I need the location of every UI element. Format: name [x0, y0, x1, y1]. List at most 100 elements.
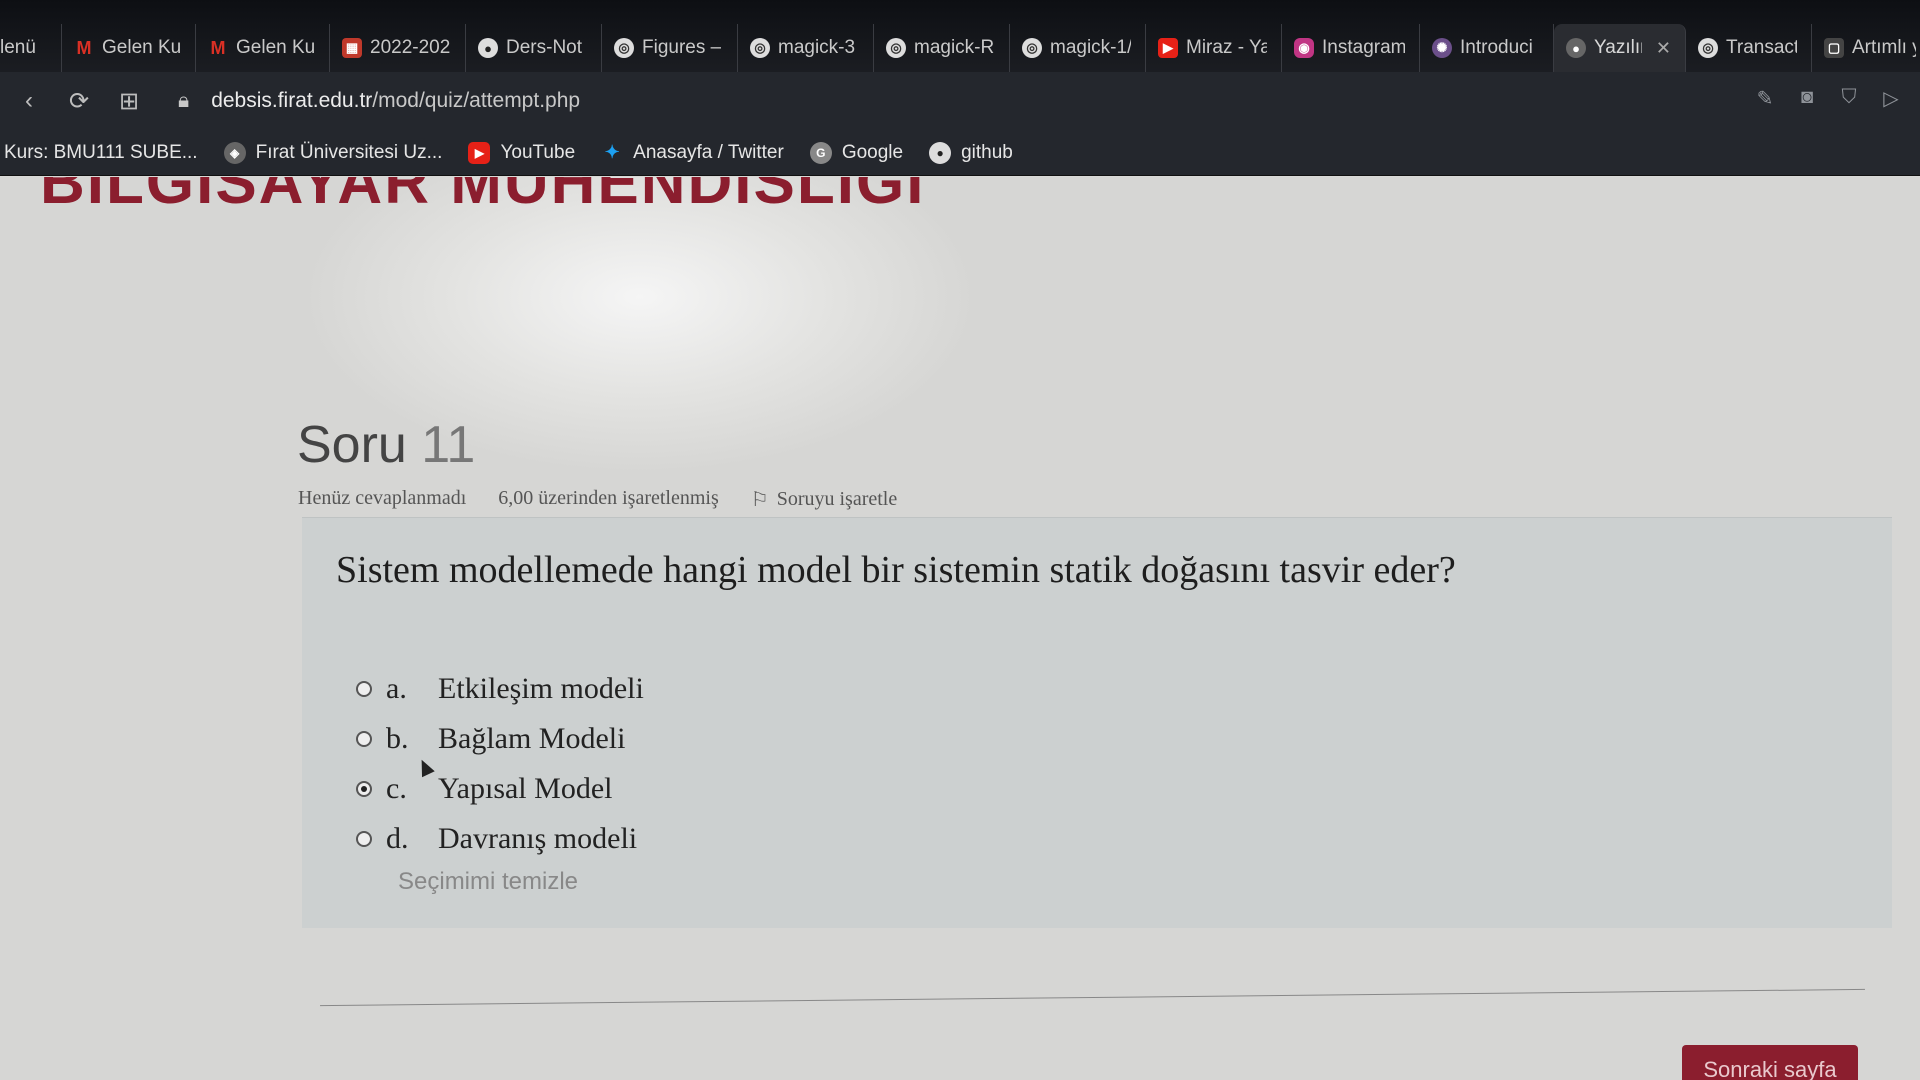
- tab-gmail-1[interactable]: M Gelen Ku: [62, 24, 196, 72]
- globe-icon: ✺: [1432, 38, 1452, 58]
- close-icon[interactable]: ✕: [1656, 38, 1671, 59]
- youtube-icon: ▶: [468, 141, 491, 164]
- tab-label: Gelen Ku: [102, 37, 181, 58]
- answer-text: Etkileşim modeli: [438, 672, 644, 705]
- question-number: 11: [421, 416, 476, 474]
- bookmark-github[interactable]: ● github: [929, 141, 1013, 164]
- tab-label: Figures –: [642, 37, 722, 58]
- flag-question-link[interactable]: ⚐ Soruyu işaretle: [751, 487, 897, 512]
- answer-text: Yapısal Model: [438, 772, 613, 805]
- globe-icon: ◎: [1022, 38, 1042, 58]
- flag-label: Soruyu işaretle: [776, 488, 898, 510]
- next-page-button[interactable]: Sonraki sayfa: [1682, 1045, 1858, 1080]
- tab-yazilim-active[interactable]: ● Yazılım ✕: [1554, 24, 1686, 72]
- bookmark-label: Google: [841, 141, 904, 163]
- bookmark-kurs[interactable]: Kurs: BMU111 SUBE...: [4, 142, 198, 164]
- tab-miraz-youtube[interactable]: ▶ Miraz - Ya: [1146, 24, 1282, 72]
- answer-option-c[interactable]: c. Yapısal Model: [356, 764, 644, 814]
- url-text: debsis.firat.edu.tr/mod/quiz/attempt.php: [211, 89, 581, 112]
- bookmark-google[interactable]: G Google: [809, 141, 904, 164]
- tab-label: magick-3: [778, 37, 856, 58]
- shield-icon[interactable]: ⛉: [1838, 86, 1860, 111]
- question-box: Sistem modellemede hangi model bir siste…: [302, 517, 1892, 928]
- tab-label: Instagram: [1322, 37, 1405, 58]
- instagram-icon: ◉: [1294, 38, 1314, 58]
- department-title: BILGISAYAR MÜHENDISLIĞI: [40, 177, 926, 217]
- tab-label: magick-1/: [1050, 37, 1131, 58]
- tab-label: magick-R: [914, 37, 995, 58]
- bookmark-twitter[interactable]: ✦ Anasayfa / Twitter: [601, 142, 784, 164]
- divider: [320, 988, 1865, 1007]
- question-heading: Soru 11: [297, 415, 475, 475]
- answer-letter: c.: [386, 772, 407, 805]
- tab-transactions[interactable]: ◎ Transacti: [1686, 24, 1812, 72]
- page-icon: ▢: [1824, 38, 1844, 58]
- tab-label: Introduci: [1460, 37, 1533, 58]
- site-icon: ●: [1566, 38, 1586, 58]
- calendar-icon: ▦: [342, 38, 362, 58]
- google-icon: G: [809, 141, 832, 164]
- address-bar: ‹ ⟳ ⊞ 🔒︎ debsis.firat.edu.tr/mod/quiz/at…: [0, 72, 1920, 130]
- tab-ders-not[interactable]: ● Ders-Not: [466, 24, 602, 72]
- tab-label: Artımlı y: [1852, 37, 1916, 58]
- bookmark-label: YouTube: [500, 141, 576, 163]
- url-field[interactable]: 🔒︎ debsis.firat.edu.tr/mod/quiz/attempt.…: [178, 89, 580, 113]
- answer-text: Davranış modeli: [438, 822, 638, 855]
- tab-introducing[interactable]: ✺ Introduci: [1420, 24, 1554, 72]
- tab-magick-1[interactable]: ◎ magick-1/: [1010, 24, 1146, 72]
- send-icon[interactable]: ▷: [1880, 86, 1902, 111]
- bookmark-firat[interactable]: ◈ Fırat Üniversitesi Uz...: [223, 141, 442, 164]
- globe-icon: ◎: [750, 38, 770, 58]
- answer-option-b[interactable]: b. Bağlam Modeli: [356, 714, 644, 764]
- tab-artimli[interactable]: ▢ Artımlı y: [1812, 24, 1920, 72]
- tab-label: Transacti: [1726, 37, 1797, 58]
- tab-label: lenü: [0, 37, 36, 58]
- tab-label: Gelen Ku: [236, 37, 315, 58]
- edit-icon[interactable]: ✎: [1754, 86, 1776, 111]
- clear-choice-link[interactable]: Seçimimi temizle: [398, 868, 578, 896]
- browser-tab-bar: lenü M Gelen Ku M Gelen Ku ▦ 2022-202 ● …: [0, 0, 1920, 72]
- tab-instagram[interactable]: ◉ Instagram: [1282, 24, 1420, 72]
- answer-option-d[interactable]: d. Davranış modeli: [356, 814, 644, 864]
- github-icon: ●: [478, 38, 498, 58]
- question-marks: 6,00 üzerinden işaretlenmiş: [498, 487, 719, 509]
- tab-gmail-2[interactable]: M Gelen Ku: [196, 24, 330, 72]
- bookmark-label: github: [961, 141, 1013, 163]
- quiz-page: BILGISAYAR MÜHENDISLIĞI Soru 11 Henüz ce…: [0, 177, 1920, 1080]
- tab-menu[interactable]: lenü: [0, 24, 62, 72]
- lock-icon: 🔒︎: [178, 89, 190, 112]
- tab-grid-icon[interactable]: ⊞: [108, 80, 150, 122]
- tab-magick-r[interactable]: ◎ magick-R: [874, 24, 1010, 72]
- tab-figures[interactable]: ◎ Figures –: [602, 24, 738, 72]
- github-icon: ●: [929, 141, 952, 164]
- question-info: Henüz cevaplanmadı 6,00 üzerinden işaret…: [298, 487, 897, 512]
- globe-icon: ◎: [1698, 38, 1718, 58]
- question-label: Soru: [297, 416, 407, 474]
- tab-calendar[interactable]: ▦ 2022-202: [330, 24, 466, 72]
- radio-button[interactable]: [356, 681, 372, 697]
- toolbar-icons: ✎ ◙ ⛉ ▷: [1754, 86, 1902, 111]
- question-status: Henüz cevaplanmadı: [298, 487, 467, 509]
- answer-letter: b.: [386, 722, 409, 755]
- back-icon[interactable]: ‹: [8, 80, 50, 122]
- tab-label: Yazılım: [1594, 37, 1642, 58]
- radio-button-selected[interactable]: [356, 781, 372, 797]
- tab-magick-3[interactable]: ◎ magick-3: [738, 24, 874, 72]
- youtube-icon: ▶: [1158, 38, 1178, 58]
- radio-button[interactable]: [356, 731, 372, 747]
- bookmark-label: Anasayfa / Twitter: [633, 141, 784, 163]
- radio-button[interactable]: [356, 831, 372, 847]
- gmail-icon: M: [76, 37, 92, 58]
- answer-list: a. Etkileşim modeli b. Bağlam Modeli c. …: [356, 664, 644, 864]
- camera-icon[interactable]: ◙: [1796, 86, 1818, 111]
- bookmark-label: Kurs: BMU111 SUBE...: [4, 141, 198, 163]
- bookmark-youtube[interactable]: ▶ YouTube: [468, 141, 576, 164]
- tab-label: 2022-202: [370, 37, 451, 58]
- globe-icon: ◎: [614, 38, 634, 58]
- answer-text: Bağlam Modeli: [438, 722, 626, 755]
- answer-option-a[interactable]: a. Etkileşim modeli: [356, 664, 644, 714]
- answer-letter: d.: [386, 822, 409, 855]
- reload-icon[interactable]: ⟳: [58, 80, 100, 122]
- question-text: Sistem modellemede hangi model bir siste…: [336, 549, 1456, 591]
- tab-label: Miraz - Ya: [1186, 37, 1267, 58]
